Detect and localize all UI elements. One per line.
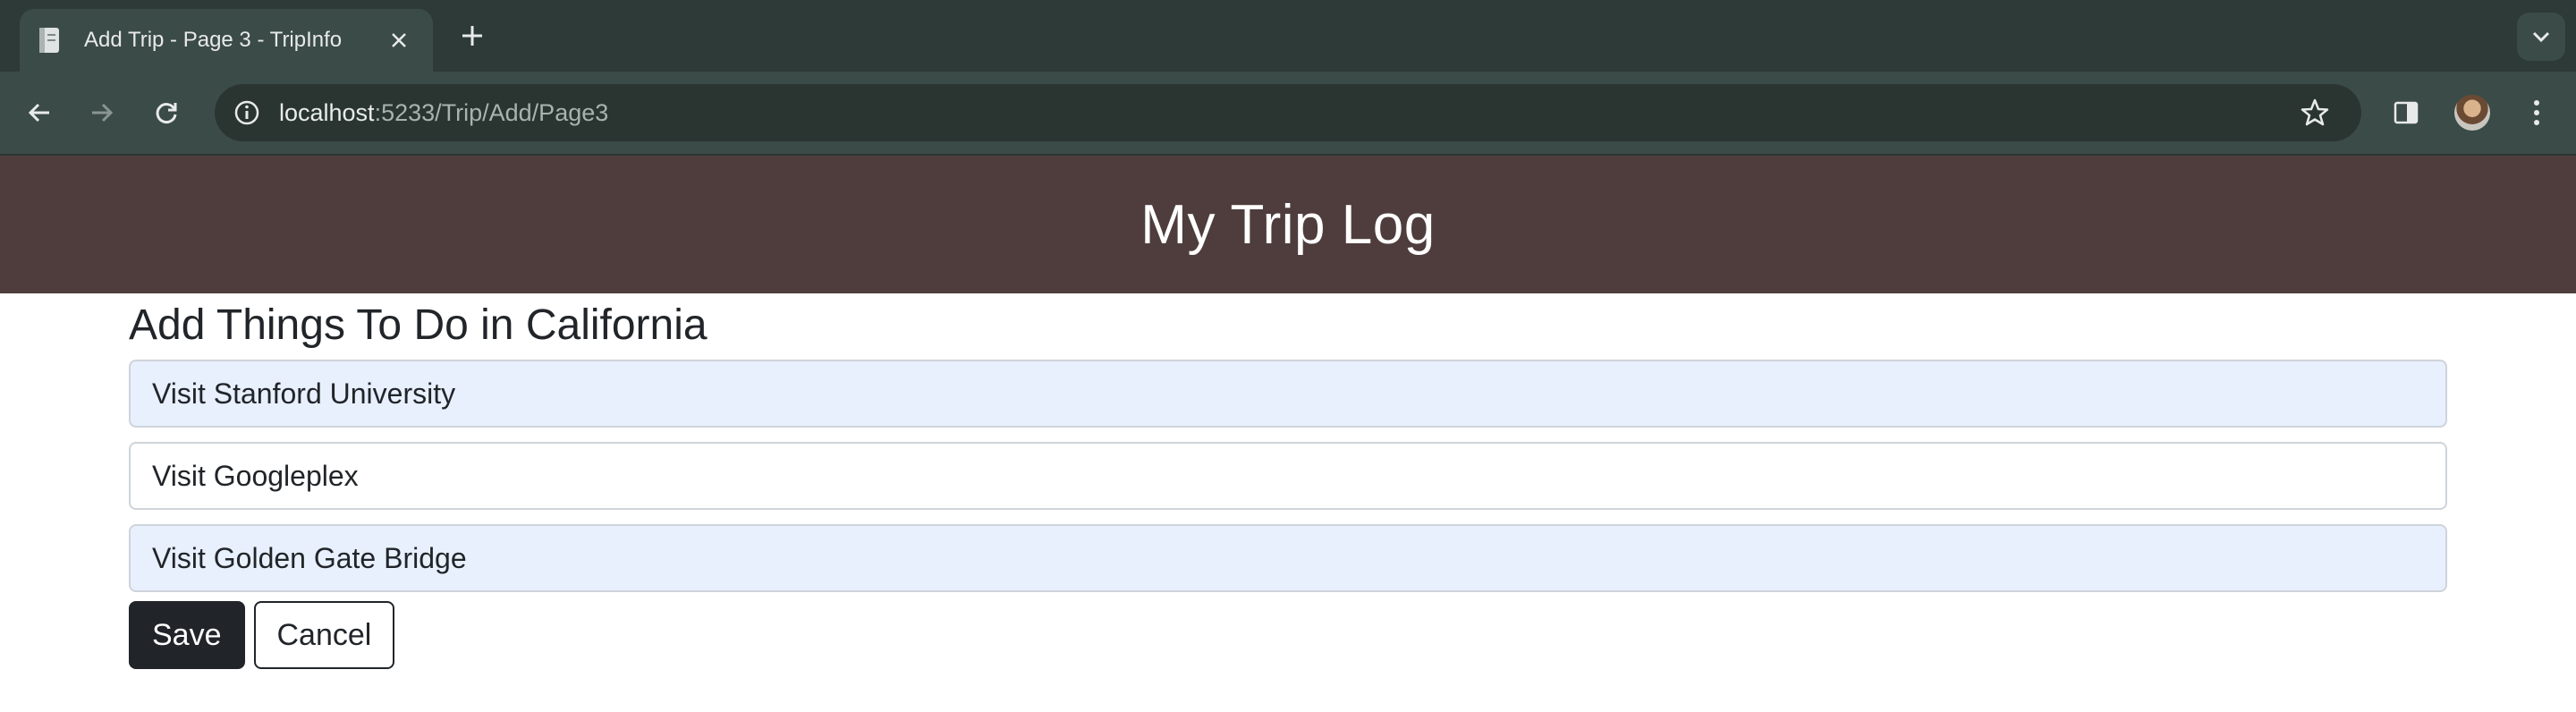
url-text: localhost:5233/Trip/Add/Page3	[279, 99, 2295, 127]
thing-to-do-input-1[interactable]	[129, 360, 2447, 428]
address-bar[interactable]: localhost:5233/Trip/Add/Page3	[215, 84, 2361, 141]
page-favicon-icon	[36, 26, 63, 55]
bookmark-star-icon[interactable]	[2295, 93, 2334, 132]
form-buttons: Save Cancel	[129, 601, 2447, 669]
browser-toolbar: localhost:5233/Trip/Add/Page3	[0, 72, 2576, 156]
site-header: My Trip Log	[0, 156, 2576, 293]
tab-search-chevron-down-icon[interactable]	[2517, 13, 2565, 61]
add-things-form: Add Things To Do in California Save Canc…	[129, 292, 2447, 669]
profile-avatar[interactable]	[2451, 91, 2494, 134]
tab-close-icon[interactable]	[381, 22, 417, 58]
browser-tabstrip: Add Trip - Page 3 - TripInfo	[0, 0, 2576, 72]
forward-arrow-icon[interactable]	[80, 91, 123, 134]
side-panel-icon[interactable]	[2385, 91, 2428, 134]
page-title: Add Things To Do in California	[129, 301, 708, 349]
cancel-button[interactable]: Cancel	[253, 601, 395, 669]
site-title: My Trip Log	[1140, 193, 1436, 256]
browser-tab-active[interactable]: Add Trip - Page 3 - TripInfo	[20, 9, 433, 72]
save-button[interactable]: Save	[129, 601, 245, 669]
tab-title: Add Trip - Page 3 - TripInfo	[84, 28, 343, 52]
url-host: localhost	[279, 98, 375, 126]
site-info-icon[interactable]	[227, 93, 267, 132]
thing-to-do-input-2[interactable]	[129, 442, 2447, 510]
thing-to-do-input-3[interactable]	[129, 524, 2447, 592]
back-arrow-icon[interactable]	[18, 91, 61, 134]
more-options-icon[interactable]	[2515, 91, 2558, 134]
reload-icon[interactable]	[145, 91, 188, 134]
new-tab-icon[interactable]	[453, 16, 492, 55]
avatar	[2454, 95, 2490, 131]
url-path: :5233/Trip/Add/Page3	[374, 98, 609, 126]
